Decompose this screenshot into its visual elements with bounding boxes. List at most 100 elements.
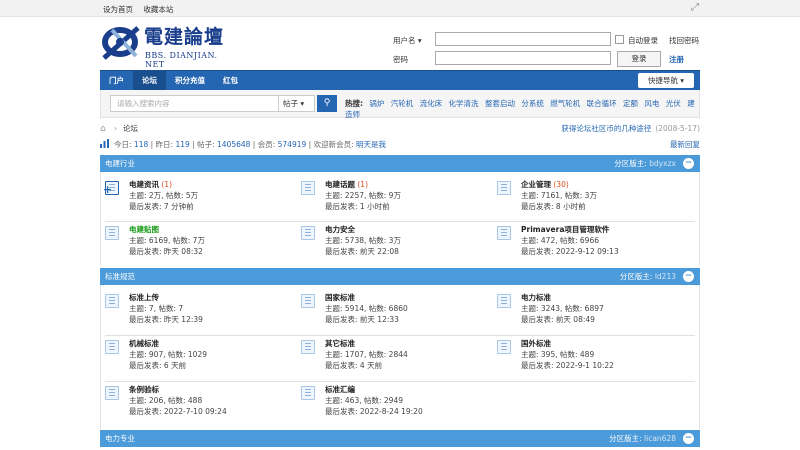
search-button[interactable]: ⚲ xyxy=(317,95,337,112)
nav-item-forum[interactable]: 论坛 xyxy=(133,71,166,90)
forum-item: 电建贴图 主题: 6169, 帖数: 7万 最后发表: 昨天 08:32 xyxy=(105,222,295,266)
forum-last-post[interactable]: 最后发表: 2022-8-24 19:20 xyxy=(325,406,423,417)
quick-nav-button[interactable]: 快捷导航 ▾ xyxy=(637,73,694,88)
hot-term[interactable]: 定额 xyxy=(623,99,638,108)
forum-last-post[interactable]: 最后发表: 8 小时前 xyxy=(521,201,586,212)
username-input[interactable] xyxy=(435,32,611,46)
forum-item: 标准上传 主题: 7, 帖数: 7 最后发表: 昨天 12:39 xyxy=(105,290,295,334)
forum-name[interactable]: 电建话题 (1) xyxy=(325,179,368,190)
stats-label: 今日: xyxy=(114,140,134,149)
username-label[interactable]: 用户名 ▾ xyxy=(393,35,422,46)
collapse-icon[interactable]: − xyxy=(683,271,694,282)
search-type-select[interactable]: 帖子 ▾ xyxy=(279,95,315,112)
section-title[interactable]: 标准规范 xyxy=(105,272,135,281)
hot-term[interactable]: 整套启动 xyxy=(485,99,515,108)
forum-last-post[interactable]: 最后发表: 昨天 08:32 xyxy=(129,246,203,257)
forum-name[interactable]: 条例验标 xyxy=(129,384,159,395)
forum-name[interactable]: Primavera项目管理软件 xyxy=(521,224,609,235)
newest-member-link[interactable]: 明天是我 xyxy=(356,140,386,149)
forum-last-post[interactable]: 最后发表: 2022-9-1 10:22 xyxy=(521,360,614,371)
nav-item-portal[interactable]: 门户 xyxy=(100,71,133,90)
forum-last-post[interactable]: 最后发表: 前天 22:08 xyxy=(325,246,399,257)
forum-name[interactable]: 标准汇编 xyxy=(325,384,355,395)
hot-term[interactable]: 联合循环 xyxy=(587,99,617,108)
moderator-link[interactable]: bdyxzx xyxy=(649,159,676,168)
hot-term[interactable]: 光伏 xyxy=(666,99,681,108)
forum-last-post[interactable]: 最后发表: 2022-7-10 09:24 xyxy=(129,406,227,417)
forum-name[interactable]: 电力安全 xyxy=(325,224,355,235)
auto-login-checkbox[interactable] xyxy=(615,35,624,44)
collapse-icon[interactable]: − xyxy=(683,158,694,169)
forum-last-post[interactable]: 最后发表: 7 分钟前 xyxy=(129,201,194,212)
hot-term[interactable]: 流化床 xyxy=(420,99,443,108)
forum-today-count: (1) xyxy=(159,180,173,189)
forum-last-post[interactable]: 最后发表: 1 小时前 xyxy=(325,201,390,212)
announcement-link[interactable]: 获得论坛社区币的几种途径 (2008-5-17) xyxy=(561,122,700,136)
section-title[interactable]: 电建行业 xyxy=(105,159,135,168)
forum-item: 国外标准 主题: 395, 帖数: 489 最后发表: 2022-9-1 10:… xyxy=(497,336,687,380)
forum-name[interactable]: 企业管理 (30) xyxy=(521,179,569,190)
hot-term[interactable]: 化学清洗 xyxy=(449,99,479,108)
logo-emblem-icon xyxy=(102,26,140,60)
hot-term[interactable]: 锅炉 xyxy=(369,99,384,108)
section-title[interactable]: 电力专业 xyxy=(105,434,135,443)
breadcrumb: ⌂ › 论坛 获得论坛社区币的几种途径 (2008-5-17) xyxy=(100,122,700,136)
search-input[interactable]: 请输入搜索内容 xyxy=(110,95,279,112)
forum-name[interactable]: 电力标准 xyxy=(521,292,551,303)
set-home-link[interactable]: 设为首页 xyxy=(103,5,133,14)
hot-search: 热搜: 锅炉 汽轮机 流化床 化学清洗 整套启动 分系统 燃气轮机 联合循环 定… xyxy=(345,98,699,120)
forum-item: 条例验标 主题: 206, 帖数: 488 最后发表: 2022-7-10 09… xyxy=(105,382,295,426)
forum-icon xyxy=(497,181,511,195)
bookmark-link[interactable]: 收藏本站 xyxy=(143,5,173,14)
forum-name[interactable]: 其它标准 xyxy=(325,338,355,349)
plus-icon: + xyxy=(103,183,113,196)
forum-item: 标准汇编 主题: 463, 帖数: 2949 最后发表: 2022-8-24 1… xyxy=(301,382,491,426)
forum-last-post[interactable]: 最后发表: 昨天 12:39 xyxy=(129,314,203,325)
auto-login-label[interactable]: 自动登录 xyxy=(628,35,658,46)
hot-term[interactable]: 燃气轮机 xyxy=(550,99,580,108)
forum-last-post[interactable]: 最后发表: 6 天前 xyxy=(129,360,186,371)
forum-item: 国家标准 主题: 5914, 帖数: 6860 最后发表: 前天 12:33 xyxy=(301,290,491,334)
forum-name[interactable]: 电建资讯 (1) xyxy=(129,179,172,190)
forum-name-text: 其它标准 xyxy=(325,339,355,348)
hot-term[interactable]: 风电 xyxy=(644,99,659,108)
forum-counts: 主题: 2万, 帖数: 5万 xyxy=(129,191,199,200)
forum-name[interactable]: 国外标准 xyxy=(521,338,551,349)
forum-last-post[interactable]: 最后发表: 2022-9-12 09:13 xyxy=(521,246,619,257)
forum-name[interactable]: 国家标准 xyxy=(325,292,355,303)
nav-item-recharge[interactable]: 积分充值 xyxy=(166,71,214,90)
forum-last-post[interactable]: 最后发表: 前天 12:33 xyxy=(325,314,399,325)
forum-name-text: 标准上传 xyxy=(129,293,159,302)
latest-reply-link[interactable]: 最新回复 xyxy=(670,138,700,151)
hot-term[interactable]: 分系统 xyxy=(521,99,544,108)
moderator-label: 分区版主: xyxy=(619,272,655,281)
forum-name-text: 国家标准 xyxy=(325,293,355,302)
moderator-label: 分区版主: xyxy=(609,434,645,443)
forum-icon xyxy=(301,340,315,354)
site-logo[interactable]: 電建論壇 BBS. DIANJIAN. NET xyxy=(100,22,240,69)
forum-counts: 主题: 206, 帖数: 488 xyxy=(129,396,203,405)
forum-name[interactable]: 机械标准 xyxy=(129,338,159,349)
stats-label: | 帖子: xyxy=(189,140,218,149)
forum-stats: 今日: 118 | 昨日: 119 | 帖子: 1405648 | 会员: 57… xyxy=(100,138,700,151)
password-input[interactable] xyxy=(435,51,611,65)
section-header: 电力专业 分区版主: lican628 − xyxy=(100,430,700,447)
forum-name[interactable]: 标准上传 xyxy=(129,292,159,303)
forgot-password-link[interactable]: 找回密码 xyxy=(669,35,699,46)
collapse-icon[interactable]: − xyxy=(683,433,694,444)
expand-icon[interactable]: ⤢ xyxy=(691,2,699,13)
forum-last-post[interactable]: 最后发表: 前天 08:49 xyxy=(521,314,595,325)
home-icon[interactable]: ⌂ xyxy=(100,122,106,136)
login-button[interactable]: 登录 xyxy=(617,51,661,67)
forum-name[interactable]: 电建贴图 xyxy=(129,224,159,235)
breadcrumb-current[interactable]: 论坛 xyxy=(123,122,138,136)
forum-item: 电力标准 主题: 3243, 帖数: 6897 最后发表: 前天 08:49 xyxy=(497,290,687,334)
moderator-link[interactable]: lican628 xyxy=(644,434,676,443)
moderator-link[interactable]: ld213 xyxy=(655,272,676,281)
hot-term[interactable]: 汽轮机 xyxy=(391,99,414,108)
nav-item-redpacket[interactable]: 红包 xyxy=(214,71,247,90)
forum-name-text: 电力安全 xyxy=(325,225,355,234)
register-link[interactable]: 注册 xyxy=(669,54,684,65)
forum-item: 其它标准 主题: 1707, 帖数: 2844 最后发表: 4 天前 xyxy=(301,336,491,380)
forum-last-post[interactable]: 最后发表: 4 天前 xyxy=(325,360,382,371)
